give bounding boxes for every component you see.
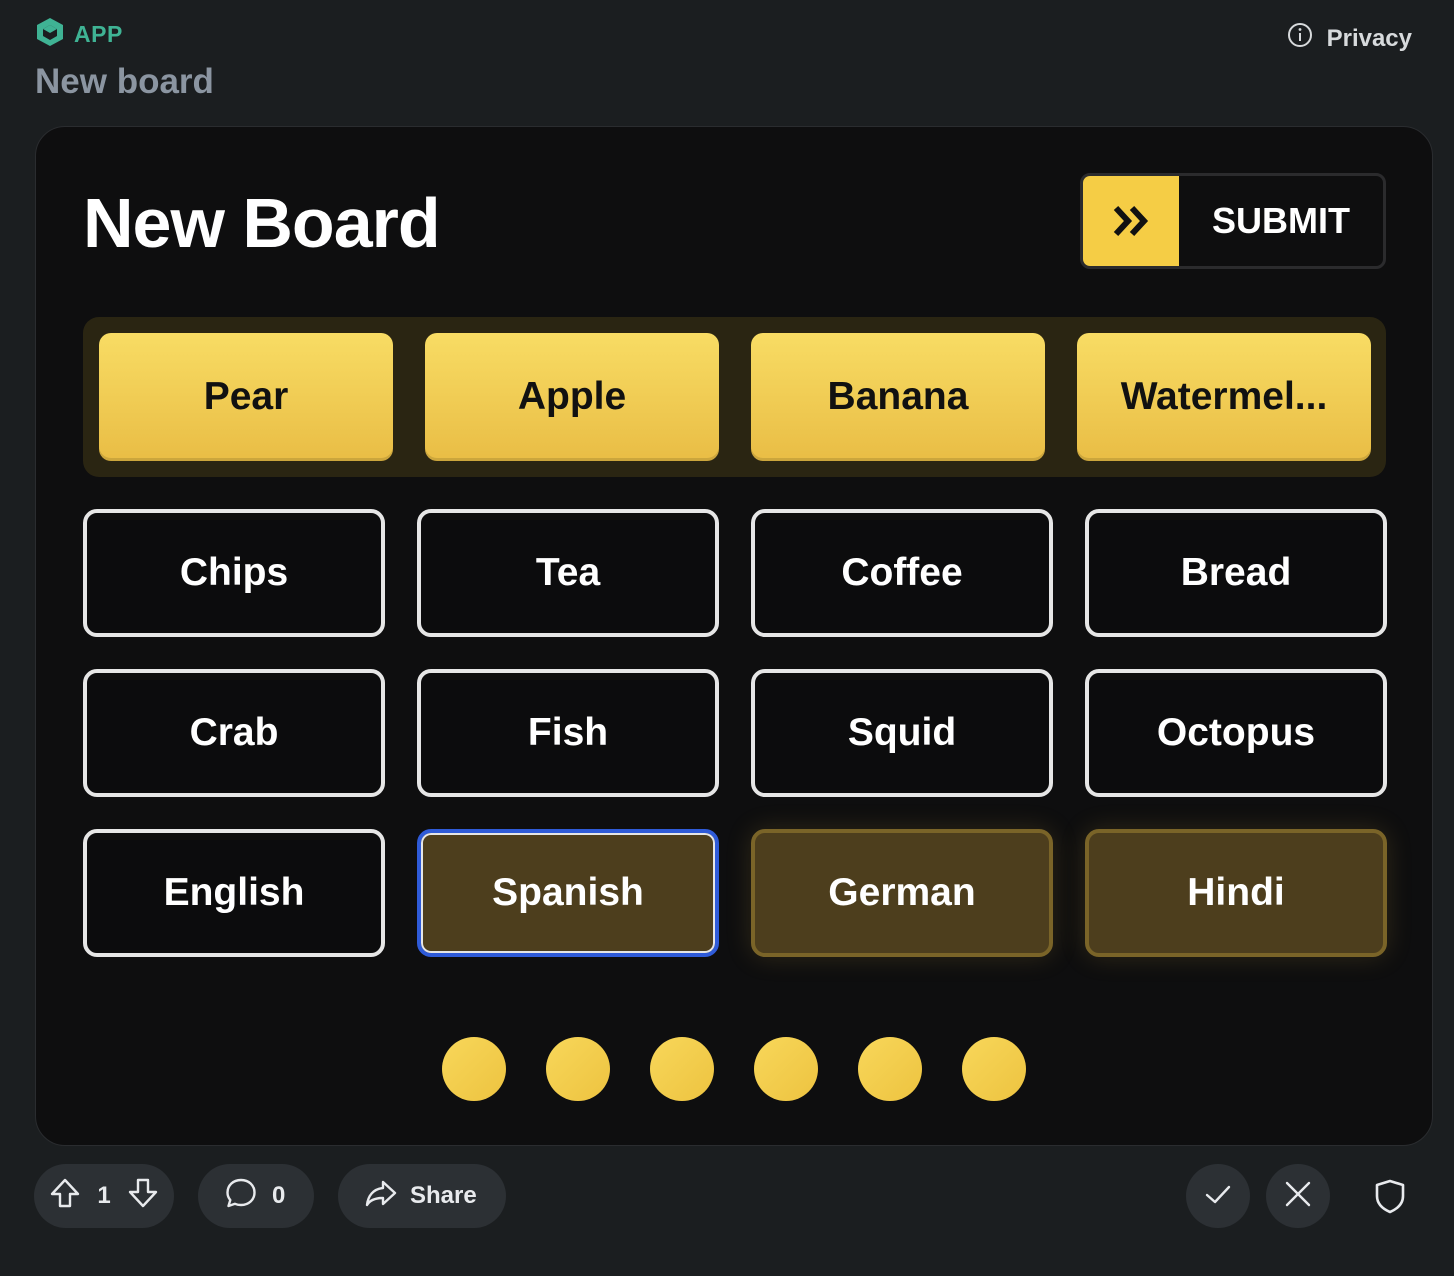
- share-label: Share: [410, 1182, 477, 1209]
- solved-group: Pear Apple Banana Watermel...: [83, 317, 1386, 477]
- cube-logo-icon: [34, 16, 66, 53]
- solved-tile: Banana: [751, 333, 1045, 461]
- upvote-icon[interactable]: [48, 1176, 82, 1217]
- share-button[interactable]: Share: [338, 1164, 506, 1228]
- word-tile-selected[interactable]: German: [751, 829, 1053, 957]
- life-dot: [650, 1037, 714, 1101]
- comment-icon: [224, 1176, 258, 1217]
- word-tile[interactable]: Crab: [83, 669, 385, 797]
- vote-count: 1: [97, 1182, 111, 1209]
- double-chevron-right-icon: [1083, 176, 1179, 266]
- share-icon: [364, 1176, 398, 1217]
- post-title: New board: [35, 62, 214, 101]
- life-dot: [442, 1037, 506, 1101]
- approve-button[interactable]: [1186, 1164, 1250, 1228]
- word-tile[interactable]: Chips: [83, 509, 385, 637]
- vote-control: 1: [34, 1164, 174, 1228]
- privacy-link[interactable]: Privacy: [1287, 22, 1412, 55]
- privacy-label: Privacy: [1326, 24, 1412, 52]
- life-dot: [546, 1037, 610, 1101]
- submit-button[interactable]: SUBMIT: [1080, 173, 1386, 269]
- word-tile-selected-focused[interactable]: Spanish: [417, 829, 719, 957]
- checkmark-icon: [1201, 1177, 1235, 1216]
- word-tile[interactable]: Octopus: [1085, 669, 1387, 797]
- comments-button[interactable]: 0: [198, 1164, 314, 1228]
- comment-count: 0: [272, 1182, 286, 1209]
- word-tile-selected[interactable]: Hindi: [1085, 829, 1387, 957]
- solved-tile: Apple: [425, 333, 719, 461]
- brand-label: APP: [74, 21, 123, 47]
- life-dot: [858, 1037, 922, 1101]
- life-dot: [754, 1037, 818, 1101]
- solved-tile: Pear: [99, 333, 393, 461]
- solved-tile: Watermel...: [1077, 333, 1371, 461]
- app-brand[interactable]: APP: [34, 16, 123, 53]
- life-dot: [962, 1037, 1026, 1101]
- game-card: New Board SUBMIT Pear Apple Banana Water…: [35, 126, 1433, 1146]
- shield-icon[interactable]: [1370, 1176, 1410, 1216]
- word-tile[interactable]: Tea: [417, 509, 719, 637]
- close-icon: [1281, 1177, 1315, 1216]
- word-tile[interactable]: Bread: [1085, 509, 1387, 637]
- word-tile[interactable]: English: [83, 829, 385, 957]
- word-tile[interactable]: Squid: [751, 669, 1053, 797]
- word-tile[interactable]: Coffee: [751, 509, 1053, 637]
- info-icon: [1287, 22, 1313, 55]
- page: APP New board Privacy New Board SUBMIT P…: [0, 0, 1454, 1276]
- lives-indicator: [442, 1037, 1026, 1101]
- downvote-icon[interactable]: [126, 1176, 160, 1217]
- remove-button[interactable]: [1266, 1164, 1330, 1228]
- word-tile[interactable]: Fish: [417, 669, 719, 797]
- board-title: New Board: [83, 184, 441, 262]
- submit-label: SUBMIT: [1212, 200, 1350, 241]
